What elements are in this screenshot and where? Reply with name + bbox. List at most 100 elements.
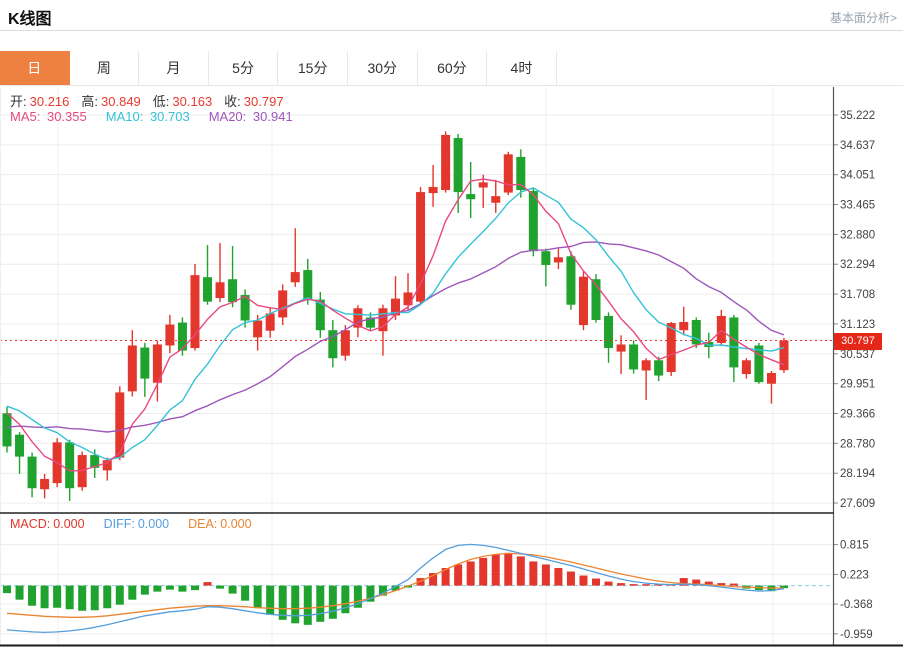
macd-bar (479, 558, 487, 586)
candle-body (115, 392, 124, 457)
y-axis-label-macd: 0.815 (840, 540, 869, 552)
dea-value-readout: DEA:0.000 (188, 517, 254, 531)
y-axis-label-macd: -0.368 (840, 599, 873, 611)
candle-body (679, 322, 688, 330)
candle-body (554, 257, 563, 262)
candle-body (441, 135, 450, 190)
candle-body (178, 323, 187, 351)
candle-body (617, 344, 626, 351)
macd-bar (91, 586, 99, 611)
macd-bar (567, 572, 575, 586)
candle-body (742, 360, 751, 374)
candle-body (40, 479, 49, 489)
candle-body (754, 345, 763, 382)
candle-body (15, 435, 24, 457)
close-label: 收: (224, 94, 241, 109)
macd-bar (467, 561, 475, 585)
macd-bar (103, 586, 111, 609)
macd-bar (579, 576, 587, 586)
macd-bar (178, 586, 186, 592)
macd-bar (504, 553, 512, 586)
macd-bar (66, 586, 74, 610)
diff-value-readout: DIFF:0.000 (104, 517, 173, 531)
candle-body (454, 138, 463, 192)
y-axis-label-main: 32.294 (840, 259, 876, 271)
macd-bar (592, 579, 600, 586)
macd-bar (492, 554, 500, 585)
macd-bar (153, 586, 161, 592)
open-label: 开: (10, 94, 27, 109)
macd-bar (529, 561, 537, 585)
y-axis-label-macd: 0.223 (840, 569, 869, 581)
macd-bar (16, 586, 24, 600)
macd-bar (454, 564, 462, 585)
open-value: 30.216 (30, 94, 70, 109)
candle-body (203, 277, 212, 301)
candle-body (779, 341, 788, 371)
current-price-badge: 30.797 (834, 333, 882, 350)
y-axis-label-main: 32.880 (840, 229, 875, 241)
candle-body (3, 413, 12, 446)
kline-page: K线图 基本面分析> 日周月5分15分30分60分4时 35.22234.637… (0, 0, 903, 648)
macd-bar (605, 582, 613, 586)
candle-body (629, 344, 638, 369)
y-axis-label-main: 27.609 (840, 498, 875, 510)
ohlc-readout: 开:30.216高:30.849低:30.163收:30.797 (10, 91, 296, 110)
macd-bar (316, 586, 324, 622)
candle-body (541, 251, 550, 265)
candle-body (767, 373, 776, 384)
candle-body (216, 282, 225, 298)
y-axis-label-main: 34.637 (840, 140, 875, 152)
macd-bar (542, 564, 550, 585)
macd-bar (617, 583, 625, 586)
candle-body (65, 442, 74, 488)
candle-body (504, 154, 513, 192)
candle-body (466, 194, 475, 199)
y-axis-label-main: 28.194 (840, 468, 876, 480)
candle-body (165, 325, 174, 346)
macd-bar (642, 584, 650, 585)
candle-body (429, 187, 438, 193)
macd-bar (191, 586, 199, 591)
macd-bar (78, 586, 86, 611)
y-axis-label-main: 29.951 (840, 379, 875, 391)
macd-bar (291, 586, 299, 624)
macd-bar (266, 586, 274, 615)
macd-bar (241, 586, 249, 601)
candle-body (717, 316, 726, 343)
candle-body (491, 196, 500, 203)
ma10-readout: MA10: 30.703 (106, 109, 193, 124)
macd-bar (254, 586, 262, 609)
macd-value-readout: MACD:0.000 (10, 517, 88, 531)
macd-bar (53, 586, 61, 608)
candle-body (140, 348, 149, 379)
candle-body (604, 316, 613, 348)
candle-body (303, 270, 312, 300)
candle-body (479, 182, 488, 187)
macd-bar (204, 582, 212, 586)
candle-body (253, 321, 262, 338)
y-axis-label-macd: -0.959 (840, 629, 873, 641)
candle-body (729, 317, 738, 367)
candle-body (291, 272, 300, 282)
candle-body (128, 345, 137, 391)
macd-bar (141, 586, 149, 595)
candle-body (278, 290, 287, 317)
low-label: 低: (153, 94, 170, 109)
macd-bar (3, 586, 11, 594)
high-value: 30.849 (101, 94, 141, 109)
candle-body (28, 457, 37, 489)
macd-bar (229, 586, 237, 594)
macd-bar (116, 586, 124, 605)
close-value: 30.797 (244, 94, 284, 109)
y-axis-label-main: 33.465 (840, 200, 875, 212)
macd-bar (304, 586, 312, 625)
macd-bar (41, 586, 49, 609)
low-value: 30.163 (172, 94, 212, 109)
candle-body (579, 277, 588, 325)
macd-readout: MACD:0.000 DIFF:0.000 DEA:0.000 (10, 517, 271, 531)
candle-body (228, 279, 237, 302)
y-axis-label-main: 35.222 (840, 110, 875, 122)
y-axis-label-main: 31.123 (840, 319, 875, 331)
y-axis-label-main: 34.051 (840, 170, 875, 182)
